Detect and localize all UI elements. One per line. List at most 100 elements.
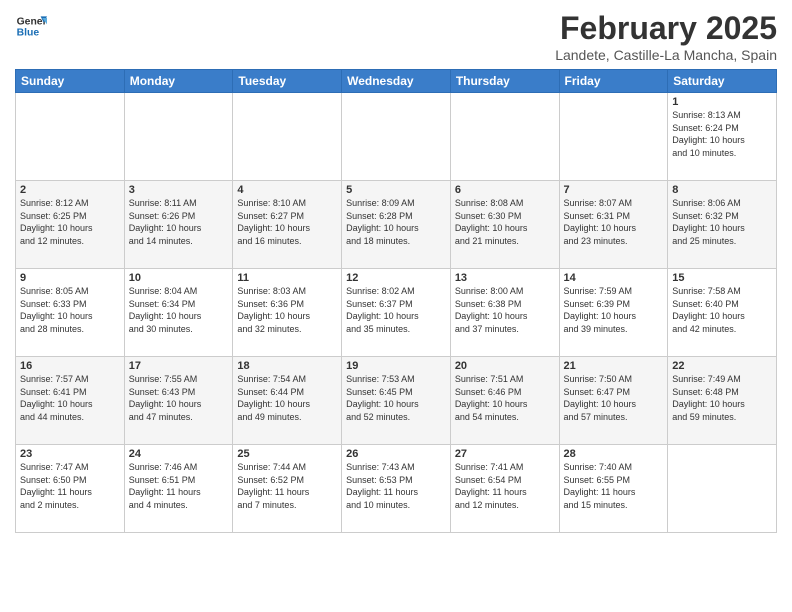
calendar-body: 1Sunrise: 8:13 AM Sunset: 6:24 PM Daylig… — [16, 93, 777, 533]
day-info: Sunrise: 7:50 AM Sunset: 6:47 PM Dayligh… — [564, 373, 664, 423]
day-number: 3 — [129, 184, 229, 196]
day-number: 13 — [455, 272, 555, 284]
day-number: 10 — [129, 272, 229, 284]
logo: General Blue — [15, 10, 47, 42]
week-row-1: 2Sunrise: 8:12 AM Sunset: 6:25 PM Daylig… — [16, 181, 777, 269]
day-info: Sunrise: 8:00 AM Sunset: 6:38 PM Dayligh… — [455, 285, 555, 335]
day-info: Sunrise: 8:10 AM Sunset: 6:27 PM Dayligh… — [237, 197, 337, 247]
day-info: Sunrise: 7:54 AM Sunset: 6:44 PM Dayligh… — [237, 373, 337, 423]
calendar-subtitle: Landete, Castille-La Mancha, Spain — [555, 47, 777, 63]
header-day-tuesday: Tuesday — [233, 70, 342, 93]
day-number: 21 — [564, 360, 664, 372]
day-info: Sunrise: 8:12 AM Sunset: 6:25 PM Dayligh… — [20, 197, 120, 247]
calendar-header: SundayMondayTuesdayWednesdayThursdayFrid… — [16, 70, 777, 93]
day-cell: 11Sunrise: 8:03 AM Sunset: 6:36 PM Dayli… — [233, 269, 342, 357]
day-cell: 3Sunrise: 8:11 AM Sunset: 6:26 PM Daylig… — [124, 181, 233, 269]
day-number: 20 — [455, 360, 555, 372]
calendar-table: SundayMondayTuesdayWednesdayThursdayFrid… — [15, 69, 777, 533]
day-cell: 21Sunrise: 7:50 AM Sunset: 6:47 PM Dayli… — [559, 357, 668, 445]
header-day-saturday: Saturday — [668, 70, 777, 93]
day-number: 5 — [346, 184, 446, 196]
day-cell: 12Sunrise: 8:02 AM Sunset: 6:37 PM Dayli… — [342, 269, 451, 357]
week-row-3: 16Sunrise: 7:57 AM Sunset: 6:41 PM Dayli… — [16, 357, 777, 445]
day-cell: 23Sunrise: 7:47 AM Sunset: 6:50 PM Dayli… — [16, 445, 125, 533]
day-number: 2 — [20, 184, 120, 196]
day-cell: 22Sunrise: 7:49 AM Sunset: 6:48 PM Dayli… — [668, 357, 777, 445]
calendar-title: February 2025 — [555, 10, 777, 47]
day-info: Sunrise: 7:59 AM Sunset: 6:39 PM Dayligh… — [564, 285, 664, 335]
day-number: 22 — [672, 360, 772, 372]
day-cell: 14Sunrise: 7:59 AM Sunset: 6:39 PM Dayli… — [559, 269, 668, 357]
day-info: Sunrise: 8:11 AM Sunset: 6:26 PM Dayligh… — [129, 197, 229, 247]
day-info: Sunrise: 8:02 AM Sunset: 6:37 PM Dayligh… — [346, 285, 446, 335]
header-day-friday: Friday — [559, 70, 668, 93]
day-info: Sunrise: 8:07 AM Sunset: 6:31 PM Dayligh… — [564, 197, 664, 247]
day-cell: 16Sunrise: 7:57 AM Sunset: 6:41 PM Dayli… — [16, 357, 125, 445]
day-number: 1 — [672, 96, 772, 108]
day-number: 17 — [129, 360, 229, 372]
day-number: 12 — [346, 272, 446, 284]
day-number: 11 — [237, 272, 337, 284]
day-cell: 18Sunrise: 7:54 AM Sunset: 6:44 PM Dayli… — [233, 357, 342, 445]
day-info: Sunrise: 7:41 AM Sunset: 6:54 PM Dayligh… — [455, 461, 555, 511]
day-number: 4 — [237, 184, 337, 196]
day-cell: 15Sunrise: 7:58 AM Sunset: 6:40 PM Dayli… — [668, 269, 777, 357]
day-number: 16 — [20, 360, 120, 372]
day-cell: 24Sunrise: 7:46 AM Sunset: 6:51 PM Dayli… — [124, 445, 233, 533]
header-day-monday: Monday — [124, 70, 233, 93]
header-day-thursday: Thursday — [450, 70, 559, 93]
day-number: 14 — [564, 272, 664, 284]
day-info: Sunrise: 7:44 AM Sunset: 6:52 PM Dayligh… — [237, 461, 337, 511]
title-block: February 2025 Landete, Castille-La Manch… — [555, 10, 777, 63]
day-cell — [559, 93, 668, 181]
day-info: Sunrise: 7:43 AM Sunset: 6:53 PM Dayligh… — [346, 461, 446, 511]
day-cell — [233, 93, 342, 181]
day-cell: 6Sunrise: 8:08 AM Sunset: 6:30 PM Daylig… — [450, 181, 559, 269]
header-day-wednesday: Wednesday — [342, 70, 451, 93]
day-info: Sunrise: 7:47 AM Sunset: 6:50 PM Dayligh… — [20, 461, 120, 511]
day-cell: 20Sunrise: 7:51 AM Sunset: 6:46 PM Dayli… — [450, 357, 559, 445]
day-info: Sunrise: 8:04 AM Sunset: 6:34 PM Dayligh… — [129, 285, 229, 335]
day-cell: 27Sunrise: 7:41 AM Sunset: 6:54 PM Dayli… — [450, 445, 559, 533]
day-cell — [450, 93, 559, 181]
day-cell: 4Sunrise: 8:10 AM Sunset: 6:27 PM Daylig… — [233, 181, 342, 269]
day-cell: 26Sunrise: 7:43 AM Sunset: 6:53 PM Dayli… — [342, 445, 451, 533]
day-info: Sunrise: 7:53 AM Sunset: 6:45 PM Dayligh… — [346, 373, 446, 423]
day-info: Sunrise: 8:13 AM Sunset: 6:24 PM Dayligh… — [672, 109, 772, 159]
day-number: 24 — [129, 448, 229, 460]
header-row: SundayMondayTuesdayWednesdayThursdayFrid… — [16, 70, 777, 93]
day-number: 27 — [455, 448, 555, 460]
day-number: 26 — [346, 448, 446, 460]
svg-text:Blue: Blue — [17, 28, 40, 39]
day-cell: 9Sunrise: 8:05 AM Sunset: 6:33 PM Daylig… — [16, 269, 125, 357]
week-row-4: 23Sunrise: 7:47 AM Sunset: 6:50 PM Dayli… — [16, 445, 777, 533]
day-cell: 19Sunrise: 7:53 AM Sunset: 6:45 PM Dayli… — [342, 357, 451, 445]
day-info: Sunrise: 8:09 AM Sunset: 6:28 PM Dayligh… — [346, 197, 446, 247]
day-cell: 17Sunrise: 7:55 AM Sunset: 6:43 PM Dayli… — [124, 357, 233, 445]
day-info: Sunrise: 7:58 AM Sunset: 6:40 PM Dayligh… — [672, 285, 772, 335]
day-info: Sunrise: 8:05 AM Sunset: 6:33 PM Dayligh… — [20, 285, 120, 335]
day-number: 28 — [564, 448, 664, 460]
day-cell: 5Sunrise: 8:09 AM Sunset: 6:28 PM Daylig… — [342, 181, 451, 269]
day-info: Sunrise: 7:55 AM Sunset: 6:43 PM Dayligh… — [129, 373, 229, 423]
header: General Blue February 2025 Landete, Cast… — [15, 10, 777, 63]
day-number: 18 — [237, 360, 337, 372]
day-number: 8 — [672, 184, 772, 196]
day-info: Sunrise: 7:49 AM Sunset: 6:48 PM Dayligh… — [672, 373, 772, 423]
day-cell: 10Sunrise: 8:04 AM Sunset: 6:34 PM Dayli… — [124, 269, 233, 357]
day-number: 25 — [237, 448, 337, 460]
day-info: Sunrise: 7:51 AM Sunset: 6:46 PM Dayligh… — [455, 373, 555, 423]
day-number: 23 — [20, 448, 120, 460]
page: General Blue February 2025 Landete, Cast… — [0, 0, 792, 612]
day-cell: 25Sunrise: 7:44 AM Sunset: 6:52 PM Dayli… — [233, 445, 342, 533]
day-cell — [16, 93, 125, 181]
day-cell: 28Sunrise: 7:40 AM Sunset: 6:55 PM Dayli… — [559, 445, 668, 533]
day-cell: 8Sunrise: 8:06 AM Sunset: 6:32 PM Daylig… — [668, 181, 777, 269]
logo-icon: General Blue — [15, 10, 47, 42]
day-info: Sunrise: 8:03 AM Sunset: 6:36 PM Dayligh… — [237, 285, 337, 335]
day-cell — [124, 93, 233, 181]
day-info: Sunrise: 8:08 AM Sunset: 6:30 PM Dayligh… — [455, 197, 555, 247]
day-number: 9 — [20, 272, 120, 284]
day-cell: 7Sunrise: 8:07 AM Sunset: 6:31 PM Daylig… — [559, 181, 668, 269]
day-number: 19 — [346, 360, 446, 372]
